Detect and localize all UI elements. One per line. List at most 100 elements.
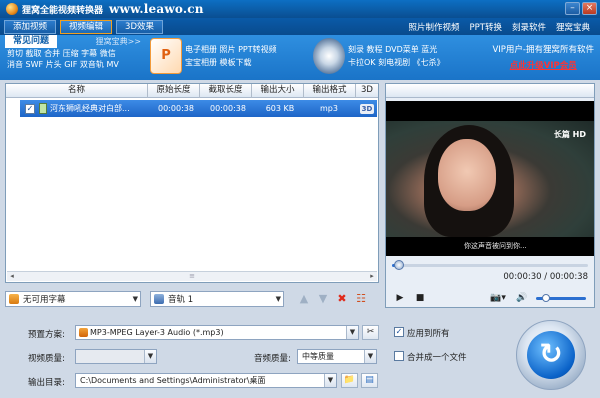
track-bar: 无可用字幕 ▼ 音轨 1 ▼ ▲ ▼ ✖ ☷ [5,289,379,308]
file-original-length: 00:00:38 [158,104,194,113]
chevron-down-icon: ▼ [346,326,358,339]
faq-title[interactable]: 常见问题 [5,35,58,48]
video-preview[interactable]: 长篇 HD 你这声音被问到你... [386,101,594,256]
faq-more-link[interactable]: 狸窝宝典>> [96,36,141,47]
ppt-icon: P [150,38,182,74]
file-list: 名称 原始长度 截取长度 输出大小 输出格式 3D ✓ 河东狮吼经典对白部...… [5,83,379,283]
audio-track-select[interactable]: 音轨 1 ▼ [150,290,284,307]
col-output-format[interactable]: 输出格式 [304,84,356,98]
move-down-icon[interactable]: ▼ [315,291,331,307]
browse-folder-icon[interactable]: 📁 [341,373,358,388]
col-name[interactable]: 名称 [6,84,148,98]
move-up-icon[interactable]: ▲ [296,291,312,307]
video-quality-label: 视频质量: [28,354,65,364]
subtitle-select[interactable]: 无可用字幕 ▼ [5,290,141,307]
scroll-left-icon[interactable]: ◂ [7,272,17,281]
play-icon[interactable]: ▶ [394,292,406,304]
col-output-size[interactable]: 输出大小 [252,84,304,98]
faq-line-1[interactable]: 剪切 截取 合并 压缩 字幕 微信 [0,48,145,59]
app-title: 狸窝全能视频转换器 [22,5,104,16]
settings-icon[interactable]: ✂ [362,325,379,340]
tab-video-edit[interactable]: 视频编辑 [60,19,113,34]
preset-label: 预置方案: [28,330,65,340]
nav-link-photo-video[interactable]: 照片制作视频 [409,21,460,33]
horizontal-scrollbar[interactable]: ◂ ≡ ▸ [7,271,377,281]
output-dir-value: C:\Documents and Settings\Administrator\… [80,376,266,385]
video-figure-face [438,139,496,211]
nav-link-ppt[interactable]: PPT转换 [470,21,502,33]
faq-line-2[interactable]: 消音 SWF 片头 GIF 双音轨 MV [0,59,145,70]
col-original-length[interactable]: 原始长度 [148,84,200,98]
vip-text: VIP用户-拥有狸窝所有软件 [492,45,594,55]
file-icon [39,103,47,114]
subtitle-icon [9,293,19,304]
preview-player: 长篇 HD 你这声音被问到你... 00:00:30 / 00:00:38 ▶ … [385,83,595,308]
file-checkbox[interactable]: ✓ [25,103,35,114]
apply-all-checkbox[interactable]: ✓ [394,327,404,337]
file-list-header: 名称 原始长度 截取长度 输出大小 输出格式 3D [6,84,378,98]
merge-checkbox[interactable] [394,351,404,361]
convert-icon: ↻ [527,331,575,379]
player-header [386,84,594,98]
chevron-down-icon: ▼ [275,294,281,303]
promo-banner: 常见问题 狸窝宝典>> 剪切 截取 合并 压缩 字幕 微信 消音 SWF 片头 … [0,35,600,80]
volume-slider[interactable] [536,293,586,302]
site-url: www.leawo.cn [109,2,204,16]
file-clip-length: 00:00:38 [210,104,246,113]
close-icon[interactable]: × [582,2,597,15]
chevron-down-icon: ▼ [132,294,138,303]
scroll-thumb[interactable]: ≡ [187,272,197,281]
merge-label[interactable]: 合并成一个文件 [407,351,467,363]
top-nav: 照片制作视频 PPT转换 刻录软件 狸窝宝典 [409,18,591,35]
preset-select[interactable]: MP3-MPEG Layer-3 Audio (*.mp3) ▼ [75,325,359,340]
open-folder-icon[interactable]: ▤ [361,373,378,388]
nav-link-guide[interactable]: 狸窝宝典 [556,21,590,33]
vip-box: VIP用户-拥有狸窝所有软件 点此升级VIP会员 [492,43,594,71]
promo-dvd-line-2[interactable]: 卡拉OK 刻电视剧 《七杀》 [348,56,445,69]
delete-icon[interactable]: ✖ [334,291,350,307]
table-row[interactable]: ✓ 河东狮吼经典对白部... 00:00:38 00:00:38 603 KB … [20,100,377,117]
3d-badge-icon[interactable]: 3D [360,103,374,114]
stop-icon[interactable]: ■ [414,292,426,304]
video-quality-select[interactable]: ▼ [75,349,157,364]
main-toolbar: 添加视频 视频编辑 3D效果 照片制作视频 PPT转换 刻录软件 狸窝宝典 [0,18,600,35]
tab-add-video[interactable]: 添加视频 [4,19,57,34]
col-3d[interactable]: 3D [356,84,378,98]
promo-photo-album[interactable]: P 电子相册 照片 PPT转视频 宝宝相册 模板下载 [150,38,277,74]
scroll-right-icon[interactable]: ▸ [367,272,377,281]
chevron-down-icon: ▼ [324,374,336,387]
volume-icon[interactable]: 🔊 [516,292,528,304]
file-output-format: mp3 [320,104,338,113]
output-dir-input[interactable]: C:\Documents and Settings\Administrator\… [75,373,337,388]
output-dir-label: 输出目录: [28,378,65,388]
channel-logo: 长篇 HD [553,130,586,139]
file-output-size: 603 KB [265,104,295,113]
apply-all-label[interactable]: 应用到所有 [407,327,450,339]
promo-photo-line-1[interactable]: 电子相册 照片 PPT转视频 [185,43,277,56]
volume-handle[interactable] [542,293,550,302]
minimize-icon[interactable]: – [565,2,580,15]
audio-quality-value: 中等质量 [302,352,334,361]
chevron-down-icon: ▼ [364,350,376,363]
tab-3d-effect[interactable]: 3D效果 [116,19,163,34]
col-clip-length[interactable]: 截取长度 [200,84,252,98]
audio-track-icon [154,293,164,304]
convert-button[interactable]: ↻ [516,320,586,390]
window-controls: – × [565,2,597,15]
app-logo-icon [6,3,18,15]
seek-bar[interactable] [392,260,588,270]
title-bar: 狸窝全能视频转换器 www.leawo.cn – × [0,0,600,18]
vip-upgrade-link[interactable]: 点此升级VIP会员 [492,59,594,71]
promo-dvd-burn[interactable]: 刻录 教程 DVD菜单 蓝光 卡拉OK 刻电视剧 《七杀》 [313,38,445,74]
promo-photo-line-2[interactable]: 宝宝相册 模板下载 [185,56,277,69]
nav-link-burn[interactable]: 刻录软件 [512,21,546,33]
audio-quality-select[interactable]: 中等质量 ▼ [297,349,377,364]
player-controls: ▶ ■ 📷▾ 🔊 [386,290,594,306]
seek-handle[interactable] [394,260,404,270]
snapshot-icon[interactable]: 📷▾ [488,292,508,304]
promo-dvd-line-1[interactable]: 刻录 教程 DVD菜单 蓝光 [348,43,445,56]
chevron-down-icon: ▼ [144,350,156,363]
clear-list-icon[interactable]: ☷ [353,291,369,307]
disc-icon [313,38,345,74]
preset-icon [79,328,88,337]
